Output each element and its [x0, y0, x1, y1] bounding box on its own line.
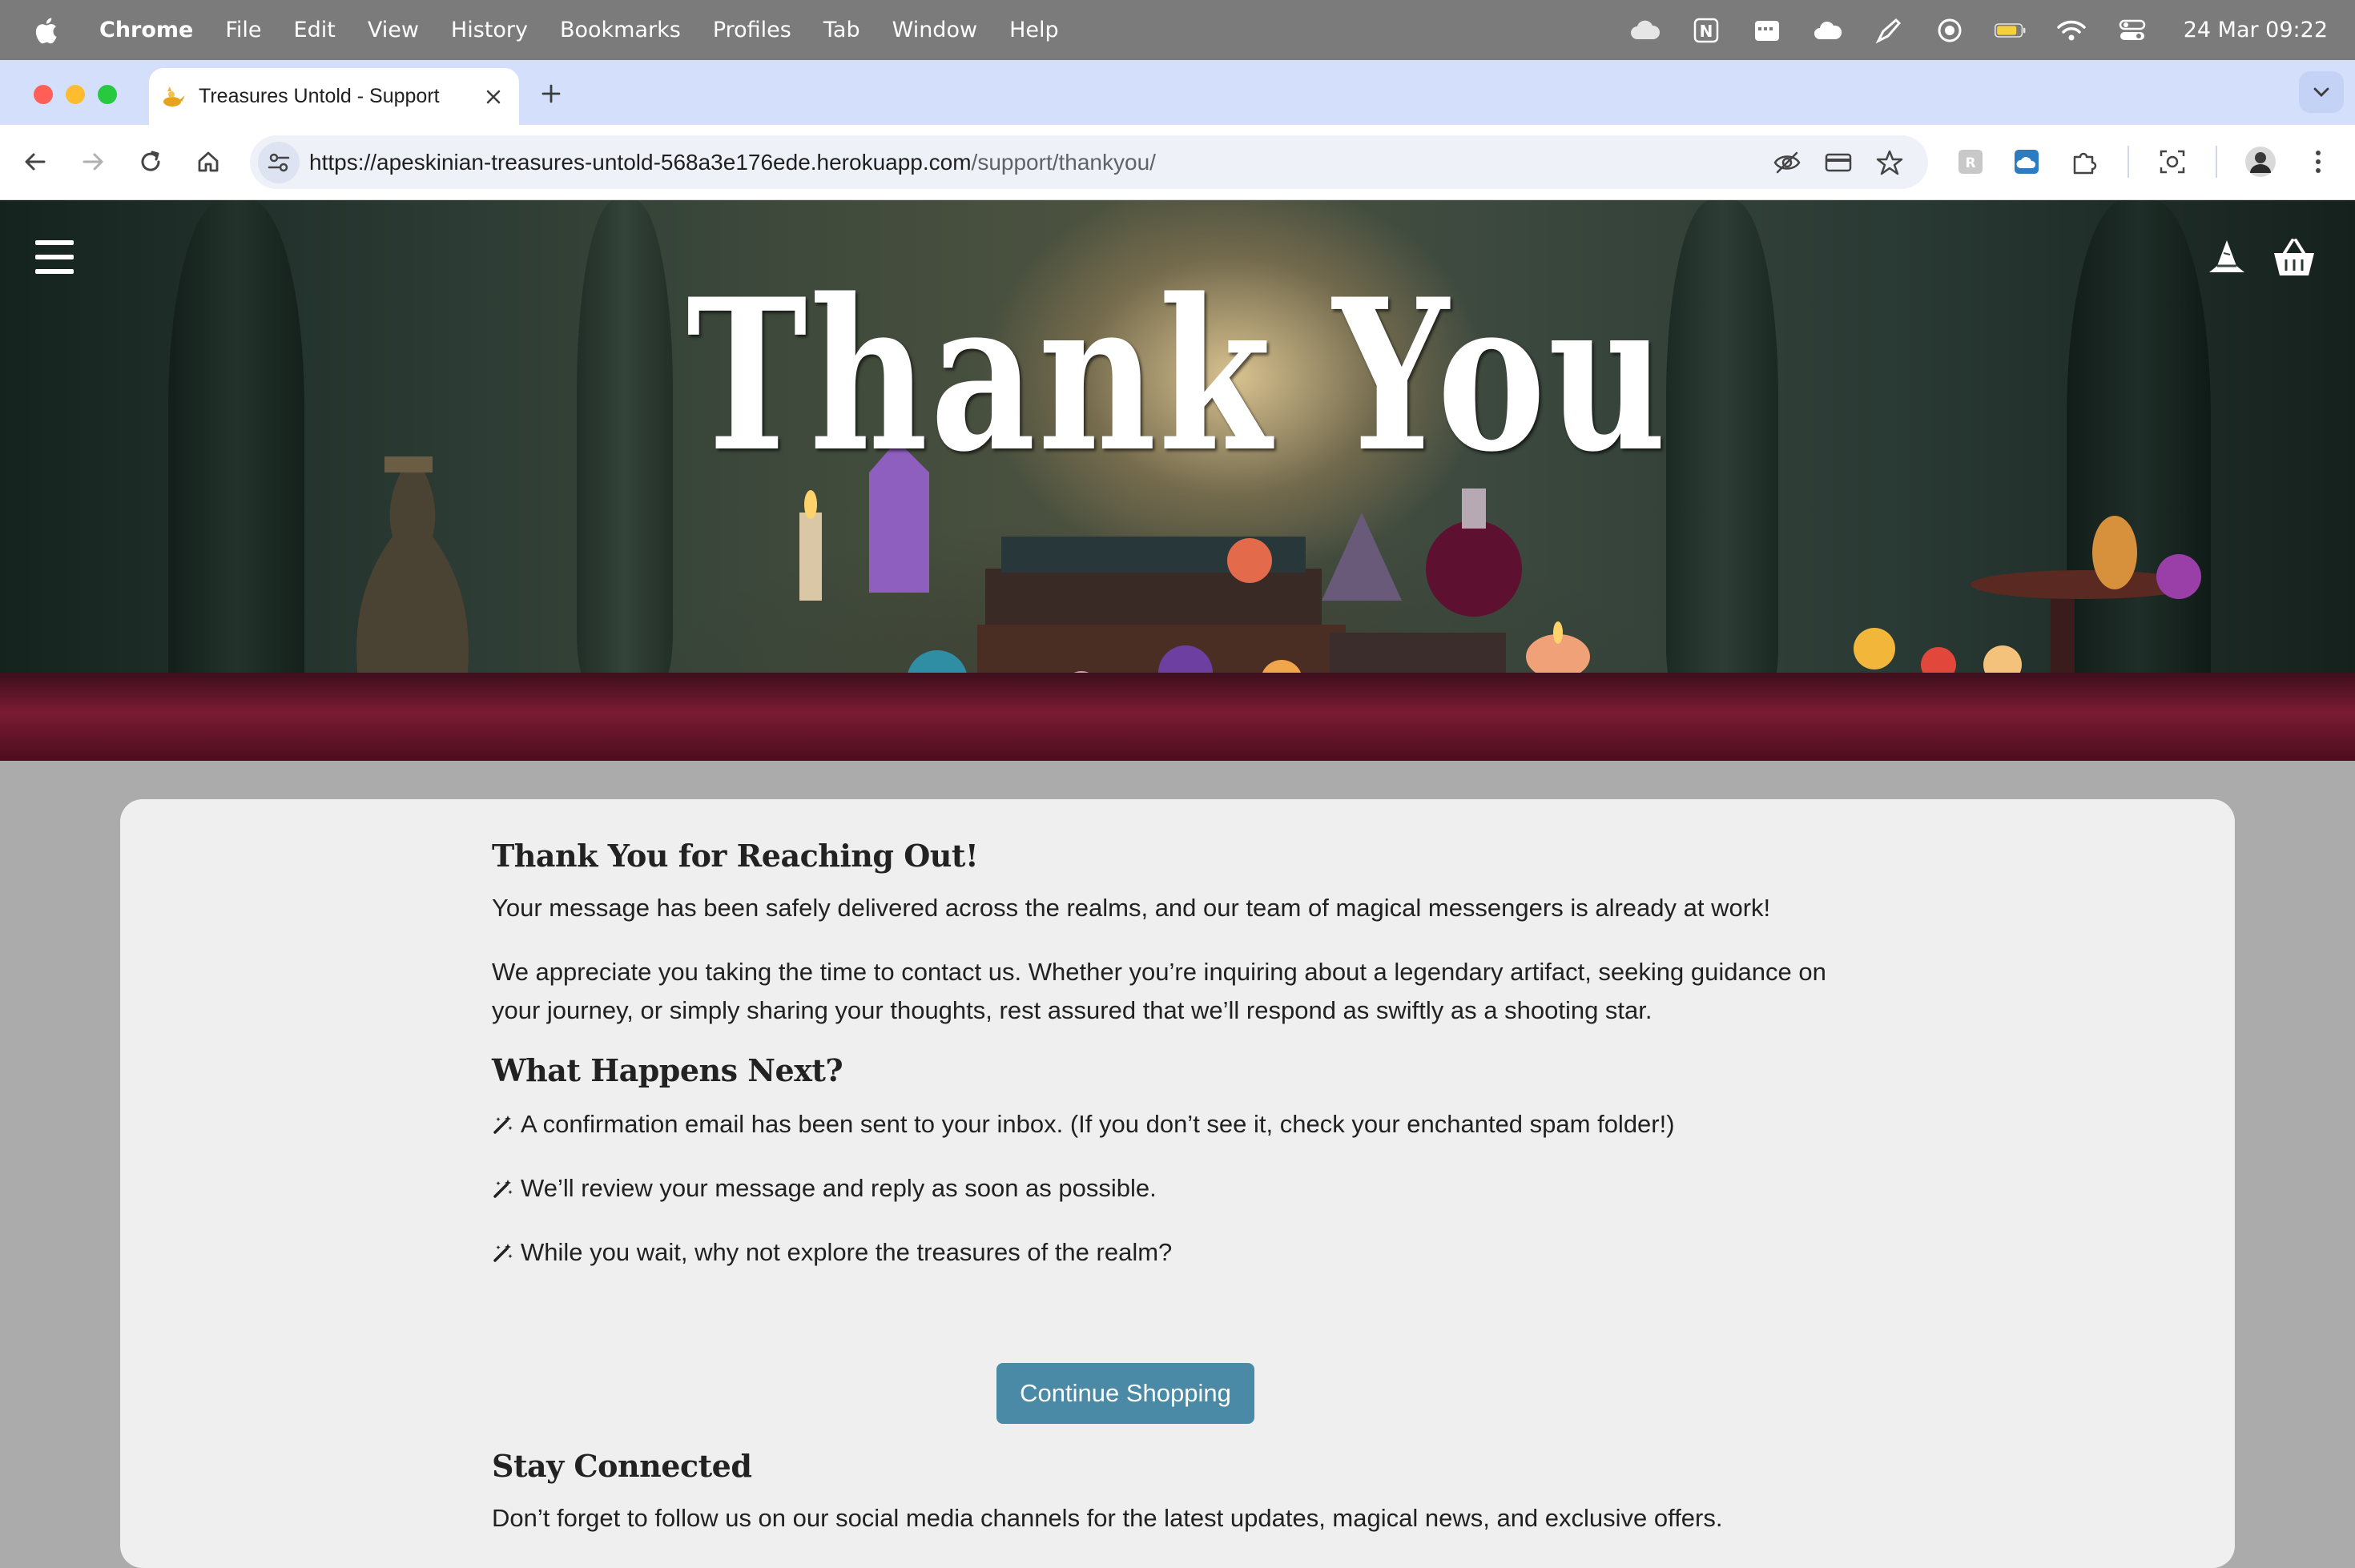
menu-tab[interactable]: Tab	[807, 18, 876, 42]
reload-icon[interactable]	[131, 143, 170, 181]
menu-clock[interactable]: 24 Mar 09:22	[2184, 18, 2328, 42]
menu-help[interactable]: Help	[993, 18, 1075, 42]
continue-shopping-button[interactable]: Continue Shopping	[996, 1363, 1254, 1424]
hero-banner: Thank You	[0, 200, 2355, 761]
step-text: While you wait, why not explore the trea…	[521, 1238, 1173, 1266]
menu-history[interactable]: History	[435, 18, 544, 42]
extension-cloud-icon[interactable]	[2007, 143, 2046, 181]
tab-title: Treasures Untold - Support	[199, 85, 440, 107]
menu-edit[interactable]: Edit	[278, 18, 352, 42]
heading-thanks: Thank You for Reaching Out!	[492, 838, 979, 874]
macos-menu-bar: Chrome File Edit View History Bookmarks …	[0, 0, 2355, 60]
bookmark-star-icon[interactable]	[1870, 143, 1909, 182]
more-menu-kebab-icon[interactable]	[2299, 143, 2337, 181]
hero-title: Thank You	[686, 254, 1669, 498]
paragraph-follow: Don’t forget to follow us on our social …	[492, 1504, 1723, 1532]
list-item: A confirmation email has been sent to yo…	[492, 1105, 1870, 1144]
heading-next-steps: What Happens Next?	[492, 1052, 843, 1088]
menu-profiles[interactable]: Profiles	[697, 18, 807, 42]
paragraph-delivered: Your message has been safely delivered a…	[492, 894, 1771, 922]
creative-cloud-icon[interactable]	[1629, 14, 1661, 46]
site-info-tune-icon[interactable]	[258, 142, 300, 183]
url-text[interactable]: https://apeskinian-treasures-untold-568a…	[309, 150, 1156, 175]
new-tab-plus-icon[interactable]	[535, 78, 567, 110]
apple-logo-icon[interactable]	[32, 14, 59, 46]
home-icon[interactable]	[189, 143, 227, 181]
url-host: https://apeskinian-treasures-untold-568a…	[309, 150, 972, 175]
hamburger-menu-icon[interactable]	[35, 240, 74, 274]
calendar-icon[interactable]	[1751, 14, 1783, 46]
credit-card-icon[interactable]	[1819, 143, 1858, 182]
browser-toolbar: https://apeskinian-treasures-untold-568a…	[0, 125, 2355, 200]
magic-wand-icon	[492, 1113, 514, 1136]
wifi-icon[interactable]	[2055, 14, 2087, 46]
eye-off-icon[interactable]	[1768, 143, 1806, 182]
notion-icon[interactable]: N	[1690, 14, 1722, 46]
list-item: We’ll review your message and reply as s…	[492, 1169, 1870, 1208]
window-zoom-button[interactable]	[98, 85, 117, 104]
heading-stay-connected: Stay Connected	[492, 1448, 752, 1484]
magic-wand-icon	[492, 1241, 514, 1264]
pencil-tool-icon[interactable]	[1873, 14, 1905, 46]
paragraph-appreciate: We appreciate you taking the time to con…	[492, 958, 1826, 1024]
toolbar-divider	[2216, 146, 2217, 178]
magic-wand-icon	[492, 1177, 514, 1200]
window-minimize-button[interactable]	[66, 85, 85, 104]
url-path: /support/thankyou/	[971, 150, 1156, 175]
forward-arrow-icon[interactable]	[74, 143, 112, 181]
control-center-icon[interactable]	[2116, 14, 2148, 46]
menu-app-name[interactable]: Chrome	[83, 18, 209, 42]
battery-icon[interactable]	[1994, 14, 2027, 46]
extension-translate-icon[interactable]: R	[1951, 143, 1990, 181]
screenshot-camera-icon[interactable]	[2153, 143, 2192, 181]
toolbar-divider	[2128, 146, 2129, 178]
browser-tab-active[interactable]: Treasures Untold - Support	[149, 68, 519, 125]
svg-text:N: N	[1699, 22, 1713, 41]
browser-tab-strip: Treasures Untold - Support	[0, 60, 2355, 125]
shopping-basket-icon[interactable]	[2272, 235, 2317, 280]
step-text: We’ll review your message and reply as s…	[521, 1174, 1157, 1202]
menu-file[interactable]: File	[209, 18, 277, 42]
menu-view[interactable]: View	[352, 18, 435, 42]
extensions-puzzle-icon[interactable]	[2065, 143, 2103, 181]
thank-you-card: Thank You for Reaching Out! Your message…	[120, 799, 2235, 1568]
wizard-hat-account-icon[interactable]	[2204, 235, 2249, 280]
magic-lamp-favicon-icon	[160, 84, 186, 110]
tab-search-chevron-down-icon[interactable]	[2299, 71, 2344, 113]
list-item: While you wait, why not explore the trea…	[492, 1233, 1870, 1272]
next-steps-list: A confirmation email has been sent to yo…	[492, 1105, 1870, 1297]
menu-bookmarks[interactable]: Bookmarks	[544, 18, 697, 42]
tab-close-icon[interactable]	[481, 84, 506, 110]
step-text: A confirmation email has been sent to yo…	[521, 1110, 1675, 1138]
window-close-button[interactable]	[34, 85, 53, 104]
circle-record-icon[interactable]	[1934, 14, 1966, 46]
svg-text:R: R	[1965, 155, 1975, 171]
hero-table-surface	[0, 673, 2355, 761]
address-bar[interactable]: https://apeskinian-treasures-untold-568a…	[250, 135, 1928, 189]
menu-window[interactable]: Window	[876, 18, 993, 42]
cloud-icon[interactable]	[1812, 14, 1844, 46]
profile-avatar[interactable]	[2241, 143, 2280, 181]
back-arrow-icon[interactable]	[16, 143, 54, 181]
